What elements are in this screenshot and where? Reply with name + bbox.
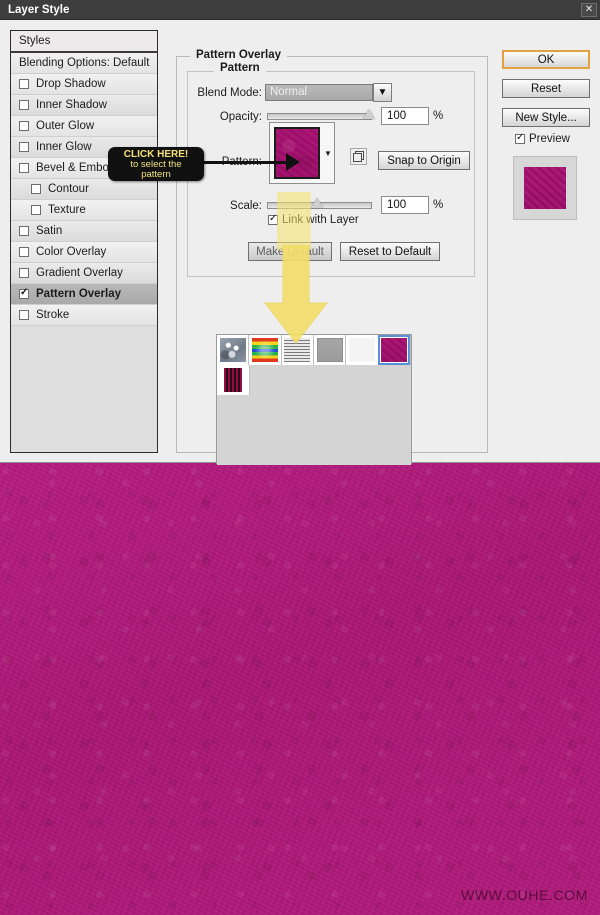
pattern-swatch-magenta[interactable] [378,335,411,365]
scale-unit-label: % [433,199,444,211]
layer-style-dialog: Layer Style ✕ Styles Blending Options: D… [0,0,600,465]
opacity-slider-thumb[interactable] [363,109,375,119]
snap-to-origin-button[interactable]: Snap to Origin [378,151,470,170]
style-row-label: Satin [36,225,63,237]
callout-line-3: pattern [141,168,171,180]
sidebar-item-drop-shadow[interactable]: Drop Shadow [11,74,157,95]
checkbox-icon[interactable] [19,121,29,131]
swatch-thumb [219,338,246,362]
checkbox-icon[interactable] [19,100,29,110]
sidebar-item-color-overlay[interactable]: Color Overlay [11,242,157,263]
blend-mode-label: Blend Mode: [197,87,262,99]
down-arrow-annotation [263,245,329,344]
pattern-overlay-group-legend: Pattern Overlay [190,49,288,61]
sidebar-item-blending-options[interactable]: Blending Options: Default [11,53,157,74]
opacity-unit-label: % [433,110,444,122]
pattern-library-empty-area [217,395,411,465]
preview-toggle-row[interactable]: Preview [515,132,570,145]
style-row-label: Pattern Overlay [36,288,122,300]
checkbox-icon[interactable] [19,79,29,89]
styles-list-filler [11,326,157,452]
callout-line-2: to select the [130,158,182,170]
preview-thumbnail-fill [524,167,566,209]
callout-line-1: CLICK HERE! [123,148,189,160]
scale-slider-thumb[interactable] [311,198,323,208]
checkbox-icon[interactable] [19,268,29,278]
blend-mode-select[interactable]: Normal [265,84,373,101]
checkbox-icon[interactable] [19,226,29,236]
preview-thumbnail [513,156,577,220]
scale-label: Scale: [230,200,262,212]
style-row-label: Texture [48,204,86,216]
reset-button[interactable]: Reset [502,79,590,98]
ok-button[interactable]: OK [502,50,590,69]
watermark-text: WWW.OUHE.COM [461,887,588,903]
sidebar-item-inner-shadow[interactable]: Inner Shadow [11,95,157,116]
pattern-library-row-2 [217,365,411,395]
click-here-callout: CLICK HERE! to select the pattern [108,147,204,181]
checkbox-icon[interactable] [19,247,29,257]
checkbox-icon[interactable] [19,163,29,173]
checkbox-icon[interactable] [31,205,41,215]
reset-to-default-button[interactable]: Reset to Default [340,242,440,261]
sidebar-item-texture[interactable]: Texture [11,200,157,221]
style-row-label: Inner Shadow [36,99,107,111]
sidebar-item-gradient-overlay[interactable]: Gradient Overlay [11,263,157,284]
sidebar-item-satin[interactable]: Satin [11,221,157,242]
dialog-titlebar: Layer Style ✕ [0,0,600,20]
style-row-label: Stroke [36,309,70,321]
pattern-subgroup-legend: Pattern [214,62,266,74]
dialog-title: Layer Style [8,3,70,16]
styles-list-header: Styles [11,31,157,53]
callout-arrow-line [204,161,290,164]
checkbox-icon[interactable] [31,184,41,194]
preview-label: Preview [529,133,570,145]
style-row-label: Inner Glow [36,141,92,153]
style-row-label: Outer Glow [36,120,95,132]
styles-list-panel: Styles Blending Options: Default Drop Sh… [10,30,158,453]
callout-arrow-head [286,153,300,171]
sidebar-item-pattern-overlay[interactable]: Pattern Overlay [11,284,157,305]
pattern-library-popup[interactable] [216,334,412,465]
style-row-label: Gradient Overlay [36,267,123,279]
swatch-thumb [378,335,411,365]
sidebar-item-outer-glow[interactable]: Outer Glow [11,116,157,137]
opacity-label: Opacity: [219,111,262,123]
opacity-slider-track[interactable] [267,113,372,120]
pattern-swatch-stripe[interactable] [217,365,250,395]
new-style-button[interactable]: New Style... [502,108,590,127]
pattern-picker[interactable]: ▼ [269,122,335,184]
swatch-thumb [223,368,242,392]
checkbox-icon[interactable] [19,287,29,299]
checkbox-icon[interactable] [19,310,29,320]
dialog-body: Styles Blending Options: Default Drop Sh… [0,20,600,465]
swatch-thumb [348,338,375,362]
style-row-label: Blending Options: Default [19,57,150,69]
scale-value-input[interactable]: 100 [381,196,429,214]
style-row-label: Drop Shadow [36,78,106,90]
chevron-down-icon[interactable]: ▼ [322,123,334,183]
sidebar-item-contour[interactable]: Contour [11,179,157,200]
opacity-value-input[interactable]: 100 [381,107,429,125]
checkbox-icon[interactable] [515,132,525,144]
document-canvas: WWW.OUHE.COM [0,463,600,915]
pattern-swatch-white[interactable] [346,335,379,365]
close-icon[interactable]: ✕ [581,2,597,17]
sidebar-item-stroke[interactable]: Stroke [11,305,157,326]
new-pattern-icon[interactable] [350,148,367,165]
highlight-band [277,192,311,250]
pattern-swatch-bubbles[interactable] [217,335,250,365]
style-row-label: Contour [48,183,89,195]
chevron-down-icon[interactable]: ▼ [373,83,392,102]
style-row-label: Color Overlay [36,246,107,258]
checkbox-icon[interactable] [19,142,29,152]
